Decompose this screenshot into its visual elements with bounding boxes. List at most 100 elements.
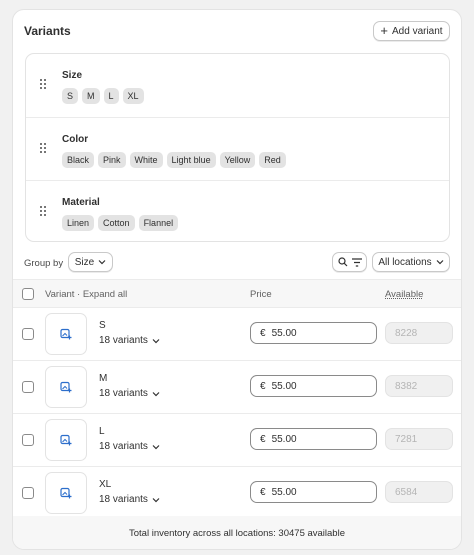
table-row[interactable]: L 18 variants € 55.00 7281 <box>13 414 461 467</box>
option-material[interactable]: Material Linen Cotton Flannel <box>26 180 449 243</box>
price-value: 55.00 <box>271 327 297 339</box>
chevron-down-icon <box>152 444 160 449</box>
variant-count: 18 variants <box>99 335 148 346</box>
available-value: 7281 <box>395 433 418 445</box>
table-header: Variant · Expand all Price Available <box>13 279 461 308</box>
price-input[interactable]: € 55.00 <box>250 428 377 450</box>
available-value: 6584 <box>395 486 418 498</box>
table-row[interactable]: S 18 variants € 55.00 8228 <box>13 308 461 361</box>
currency-symbol: € <box>260 327 266 339</box>
image-add-icon <box>60 434 72 446</box>
variant-count: 18 variants <box>99 494 148 505</box>
group-by-label: Group by <box>24 258 64 269</box>
variant-count-toggle[interactable]: 18 variants <box>99 335 160 346</box>
option-value-chip: Cotton <box>98 215 135 231</box>
price-value: 55.00 <box>271 433 297 445</box>
group-by-value: Size <box>74 256 95 268</box>
available-value: 8382 <box>395 380 418 392</box>
variant-image-placeholder[interactable] <box>45 472 87 514</box>
row-checkbox[interactable] <box>22 487 34 499</box>
option-value-chip: M <box>82 88 100 104</box>
add-variant-button[interactable]: + Add variant <box>373 21 450 41</box>
chevron-down-icon <box>436 260 444 265</box>
option-values: Black Pink White Light blue Yellow Red <box>62 152 286 168</box>
chevron-down-icon <box>152 338 160 343</box>
variant-count-toggle[interactable]: 18 variants <box>99 441 160 452</box>
locations-select[interactable]: All locations <box>372 252 450 272</box>
chevron-down-icon <box>152 497 160 502</box>
select-all-checkbox[interactable] <box>22 288 34 300</box>
row-checkbox[interactable] <box>22 434 34 446</box>
search-filter-button[interactable] <box>332 252 367 272</box>
inventory-total-text: Total inventory across all locations: 30… <box>129 528 345 539</box>
option-value-chip: Black <box>62 152 95 168</box>
option-value-chip: L <box>103 88 119 104</box>
column-price-header: Price <box>250 289 272 300</box>
inventory-total-footer: Total inventory across all locations: 30… <box>13 516 461 549</box>
variant-group-name: XL <box>99 479 112 490</box>
variant-group-name: L <box>99 426 105 437</box>
row-checkbox[interactable] <box>22 381 34 393</box>
column-variant-header[interactable]: Variant · Expand all <box>45 289 127 300</box>
currency-symbol: € <box>260 433 266 445</box>
variant-group-name: S <box>99 320 106 331</box>
add-variant-label: Add variant <box>392 25 443 37</box>
card-header: Variants + Add variant <box>13 10 461 52</box>
option-size[interactable]: Size S M L XL <box>26 54 449 117</box>
option-value-chip: Flannel <box>138 215 179 231</box>
variant-image-placeholder[interactable] <box>45 366 87 408</box>
variant-count: 18 variants <box>99 388 148 399</box>
table-row[interactable]: XL 18 variants € 55.00 6584 <box>13 467 461 520</box>
plus-icon: + <box>380 23 388 38</box>
drag-handle-icon[interactable] <box>40 143 48 155</box>
variant-group-name: M <box>99 373 108 384</box>
column-available-header[interactable]: Available <box>385 289 423 300</box>
chevron-down-icon <box>152 391 160 396</box>
price-value: 55.00 <box>271 486 297 498</box>
option-values: S M L XL <box>62 88 144 104</box>
variant-count-toggle[interactable]: 18 variants <box>99 494 160 505</box>
currency-symbol: € <box>260 486 266 498</box>
variant-image-placeholder[interactable] <box>45 419 87 461</box>
option-value-chip: Red <box>259 152 286 168</box>
currency-symbol: € <box>260 380 266 392</box>
option-value-chip: White <box>129 152 163 168</box>
price-input[interactable]: € 55.00 <box>250 481 377 503</box>
option-name: Size <box>62 70 83 81</box>
option-name: Color <box>62 134 89 145</box>
option-value-chip: S <box>62 88 79 104</box>
price-input[interactable]: € 55.00 <box>250 322 377 344</box>
card-title: Variants <box>24 24 71 38</box>
variant-count-toggle[interactable]: 18 variants <box>99 388 160 399</box>
variant-image-placeholder[interactable] <box>45 313 87 355</box>
table-row[interactable]: M 18 variants € 55.00 8382 <box>13 361 461 414</box>
option-value-chip: XL <box>122 88 144 104</box>
chevron-down-icon <box>98 260 106 265</box>
image-add-icon <box>60 328 72 340</box>
drag-handle-icon[interactable] <box>40 79 48 91</box>
option-name: Material <box>62 197 100 208</box>
option-value-chip: Pink <box>98 152 126 168</box>
available-value: 8228 <box>395 327 418 339</box>
drag-handle-icon[interactable] <box>40 206 48 218</box>
row-checkbox[interactable] <box>22 328 34 340</box>
image-add-icon <box>60 381 72 393</box>
option-value-chip: Linen <box>62 215 95 231</box>
option-list: Size S M L XL Color Black Pink White Lig… <box>25 53 450 242</box>
search-icon <box>337 257 347 267</box>
available-field: 7281 <box>385 428 453 450</box>
option-values: Linen Cotton Flannel <box>62 215 179 231</box>
group-by-select[interactable]: Size <box>68 252 113 272</box>
available-field: 6584 <box>385 481 453 503</box>
filter-icon <box>351 257 362 267</box>
available-field: 8382 <box>385 375 453 397</box>
option-color[interactable]: Color Black Pink White Light blue Yellow… <box>26 117 449 180</box>
price-input[interactable]: € 55.00 <box>250 375 377 397</box>
option-value-chip: Yellow <box>219 152 256 168</box>
variant-count: 18 variants <box>99 441 148 452</box>
price-value: 55.00 <box>271 380 297 392</box>
image-add-icon <box>60 487 72 499</box>
variants-card: Variants + Add variant Size S M L XL Col… <box>12 9 462 550</box>
locations-value: All locations <box>378 256 432 268</box>
available-field: 8228 <box>385 322 453 344</box>
